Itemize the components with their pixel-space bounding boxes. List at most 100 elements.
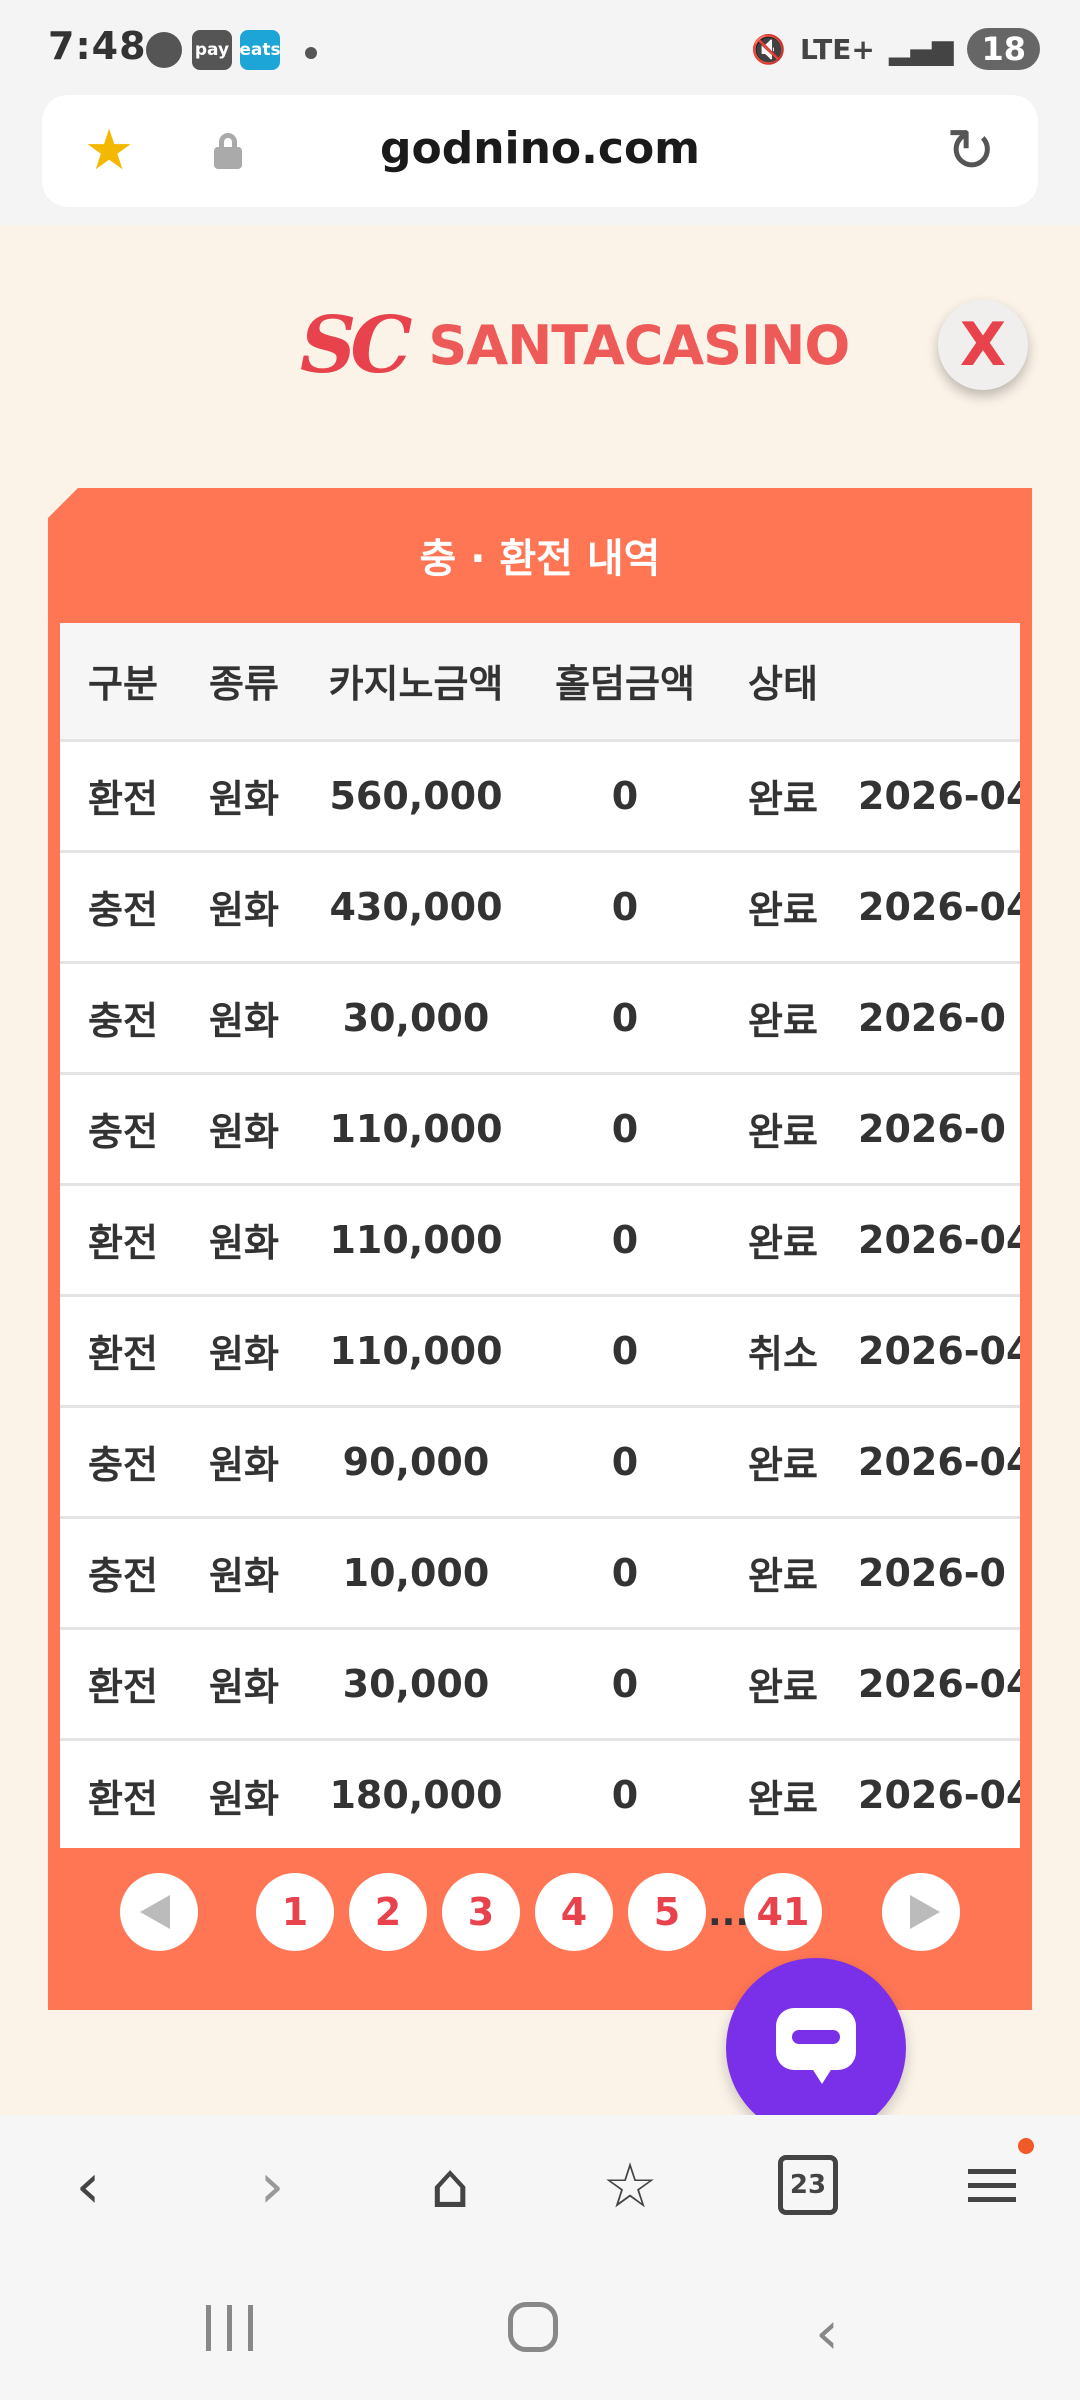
next-arrow-icon <box>910 1895 940 1929</box>
cell-date: 2026-04 <box>858 1217 1020 1262</box>
url-text[interactable]: godnino.com <box>42 123 1038 174</box>
last-page-button[interactable]: 41 <box>744 1873 822 1951</box>
mute-icon: 🔇 <box>751 32 786 66</box>
cell-kind: 원화 <box>209 1776 279 1821</box>
cell-casino-amount: 10,000 <box>342 1550 490 1595</box>
cell-type: 환전 <box>88 1776 158 1821</box>
reload-icon[interactable]: ↻ <box>946 121 996 181</box>
cell-holdem-amount: 0 <box>611 1328 639 1373</box>
eats-app-icon: eats <box>239 30 281 70</box>
prev-page-button[interactable] <box>120 1873 198 1951</box>
page-3-button[interactable]: 3 <box>442 1873 520 1951</box>
bookmarks-icon[interactable]: ☆ <box>590 2145 670 2225</box>
cell-casino-amount: 560,000 <box>329 773 503 818</box>
home-button-icon[interactable] <box>508 2302 558 2352</box>
cell-status: 완료 <box>748 1554 818 1598</box>
cell-status: 완료 <box>748 1110 818 1154</box>
cell-casino-amount: 180,000 <box>329 1773 503 1818</box>
cell-kind: 원화 <box>209 1554 279 1598</box>
address-bar[interactable]: ★ godnino.com ↻ <box>42 95 1038 207</box>
web-page: SC SANTACASINO X 충 · 환전 내역 구분 종류 카지노금액 홀… <box>0 225 1080 2138</box>
pagination: 1 2 3 4 5 ... 41 <box>48 1873 1032 1953</box>
cell-holdem-amount: 0 <box>611 1661 639 1706</box>
table-row[interactable]: 충전 원화 30,000 0 완료 2026-0 <box>60 962 1020 1073</box>
cell-kind: 원화 <box>209 777 279 821</box>
cell-type: 충전 <box>88 1110 158 1154</box>
chat-button[interactable] <box>726 1958 906 2138</box>
status-right: 🔇 LTE+ ▂▄▆ 18 <box>751 28 1040 70</box>
close-button[interactable]: X <box>938 300 1028 390</box>
recent-apps-icon[interactable] <box>206 2305 253 2351</box>
cell-type: 환전 <box>88 1665 158 1709</box>
logo-mark: SC <box>300 299 412 391</box>
cell-kind: 원화 <box>209 1332 279 1376</box>
cell-holdem-amount: 0 <box>611 1773 639 1818</box>
cell-kind: 원화 <box>209 1665 279 1709</box>
cell-holdem-amount: 0 <box>611 1217 639 1262</box>
cell-type: 충전 <box>88 1443 158 1487</box>
history-table[interactable]: 구분 종류 카지노금액 홀덤금액 상태 환전 원화 560,000 0 완료 2026-0… <box>60 623 1020 1848</box>
page-1-button[interactable]: 1 <box>256 1873 334 1951</box>
cell-holdem-amount: 0 <box>611 1106 639 1151</box>
header-status: 상태 <box>748 662 818 707</box>
cell-type: 환전 <box>88 1221 158 1265</box>
cell-type: 충전 <box>88 999 158 1043</box>
cell-date: 2026-0 <box>858 995 1006 1040</box>
cell-type: 충전 <box>88 1554 158 1598</box>
table-row[interactable]: 환전 원화 560,000 0 완료 2026-04 <box>60 740 1020 851</box>
status-time: 7:48 <box>48 24 147 68</box>
cell-status: 완료 <box>748 1665 818 1709</box>
signal-icon: ▂▄▆ <box>888 32 954 66</box>
notification-dot-icon <box>305 47 317 59</box>
cell-holdem-amount: 0 <box>611 1550 639 1595</box>
prev-arrow-icon <box>140 1895 170 1929</box>
cell-type: 환전 <box>88 777 158 821</box>
close-icon: X <box>959 310 1007 380</box>
menu-notification-dot <box>1018 2138 1034 2154</box>
cell-casino-amount: 110,000 <box>329 1106 503 1151</box>
page-ellipsis: ... <box>708 1893 750 1934</box>
page-4-button[interactable]: 4 <box>535 1873 613 1951</box>
table-row[interactable]: 충전 원화 10,000 0 완료 2026-0 <box>60 1517 1020 1628</box>
header-date <box>846 623 1020 740</box>
tabs-button[interactable]: 23 <box>768 2145 848 2225</box>
cell-status: 완료 <box>748 777 818 821</box>
cell-kind: 원화 <box>209 888 279 932</box>
system-nav-bar: ‹ <box>0 2250 1080 2400</box>
page-2-button[interactable]: 2 <box>349 1873 427 1951</box>
cell-casino-amount: 110,000 <box>329 1328 503 1373</box>
cell-date: 2026-0 <box>858 1106 1006 1151</box>
table-row[interactable]: 환전 원화 110,000 0 완료 2026-04 <box>60 1184 1020 1295</box>
forward-icon[interactable]: › <box>232 2145 312 2225</box>
back-icon[interactable]: ‹ <box>48 2145 128 2225</box>
header-holdem-amount: 홀덤금액 <box>555 662 695 707</box>
cell-kind: 원화 <box>209 1221 279 1265</box>
cell-status: 완료 <box>748 1443 818 1487</box>
next-page-button[interactable] <box>882 1873 960 1951</box>
cell-status: 완료 <box>748 888 818 932</box>
logo-text: SANTACASINO <box>428 313 850 377</box>
page-5-button[interactable]: 5 <box>628 1873 706 1951</box>
pay-app-icon: pay <box>192 30 232 70</box>
table-row[interactable]: 환전 원화 180,000 0 완료 2026-04 <box>60 1739 1020 1848</box>
cell-holdem-amount: 0 <box>611 884 639 929</box>
table-row[interactable]: 충전 원화 110,000 0 완료 2026-0 <box>60 1073 1020 1184</box>
cell-type: 환전 <box>88 1332 158 1376</box>
history-panel: 충 · 환전 내역 구분 종류 카지노금액 홀덤금액 상태 환전 원화 560,00… <box>48 488 1032 2010</box>
address-bar-area: ★ godnino.com ↻ <box>0 95 1080 225</box>
cell-date: 2026-04 <box>858 1661 1020 1706</box>
cell-date: 2026-04 <box>858 1439 1020 1484</box>
table-row[interactable]: 환전 원화 30,000 0 완료 2026-04 <box>60 1628 1020 1739</box>
home-icon[interactable]: ⌂ <box>410 2145 490 2225</box>
cell-casino-amount: 110,000 <box>329 1217 503 1262</box>
cell-date: 2026-04 <box>858 773 1020 818</box>
cell-casino-amount: 430,000 <box>329 884 503 929</box>
table-row[interactable]: 환전 원화 110,000 0 취소 2026-04 <box>60 1295 1020 1406</box>
header-kind: 종류 <box>209 662 279 707</box>
system-back-icon[interactable]: ‹ <box>815 2298 839 2368</box>
menu-icon[interactable] <box>952 2145 1032 2225</box>
header-casino-amount: 카지노금액 <box>328 662 504 707</box>
table-row[interactable]: 충전 원화 90,000 0 완료 2026-04 <box>60 1406 1020 1517</box>
cell-casino-amount: 30,000 <box>342 995 490 1040</box>
table-row[interactable]: 충전 원화 430,000 0 완료 2026-04 <box>60 851 1020 962</box>
